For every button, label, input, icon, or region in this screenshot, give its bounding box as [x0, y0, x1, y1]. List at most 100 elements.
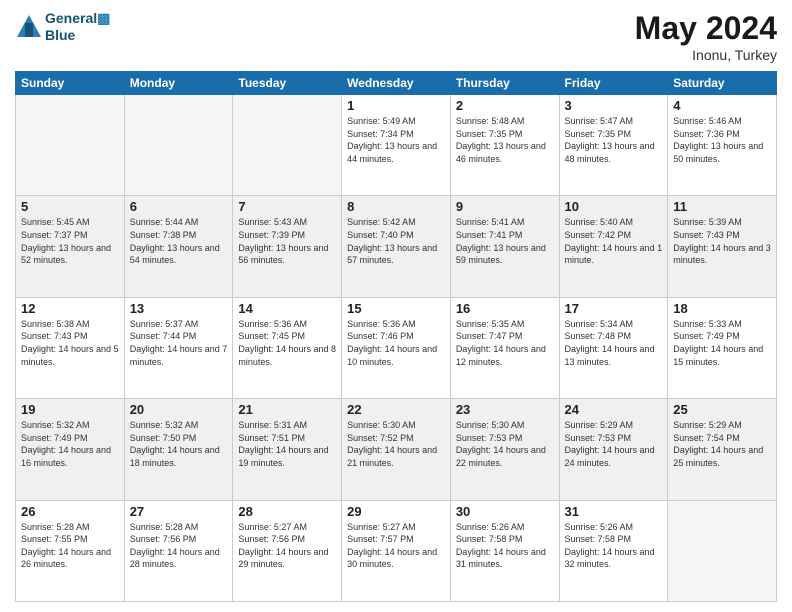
day-info: Sunrise: 5:32 AMSunset: 7:50 PMDaylight:… [130, 419, 228, 469]
day-info: Sunrise: 5:36 AMSunset: 7:46 PMDaylight:… [347, 318, 445, 368]
day-number: 1 [347, 98, 445, 113]
day-info: Sunrise: 5:40 AMSunset: 7:42 PMDaylight:… [565, 216, 663, 266]
calendar-body: 1 Sunrise: 5:49 AMSunset: 7:34 PMDaylight… [16, 95, 777, 602]
day-info: Sunrise: 5:42 AMSunset: 7:40 PMDaylight:… [347, 216, 445, 266]
day-number: 6 [130, 199, 228, 214]
day-info: Sunrise: 5:28 AMSunset: 7:55 PMDaylight:… [21, 521, 119, 571]
calendar-cell: 6Sunrise: 5:44 AMSunset: 7:38 PMDaylight… [124, 196, 233, 297]
calendar-cell: 20 Sunrise: 5:32 AMSunset: 7:50 PMDayligh… [124, 399, 233, 500]
calendar-cell: 19Sunrise: 5:32 AMSunset: 7:49 PMDayligh… [16, 399, 125, 500]
day-info: Sunrise: 5:34 AMSunset: 7:48 PMDaylight:… [565, 318, 663, 368]
calendar-week-0: 1 Sunrise: 5:49 AMSunset: 7:34 PMDaylight… [16, 95, 777, 196]
day-number: 27 [130, 504, 228, 519]
day-info: Sunrise: 5:30 AMSunset: 7:53 PMDaylight:… [456, 419, 554, 469]
calendar-cell: 7 Sunrise: 5:43 AMSunset: 7:39 PMDaylight… [233, 196, 342, 297]
day-info: Sunrise: 5:30 AMSunset: 7:52 PMDaylight:… [347, 419, 445, 469]
calendar-cell: 3 Sunrise: 5:47 AMSunset: 7:35 PMDaylight… [559, 95, 668, 196]
day-number: 2 [456, 98, 554, 113]
day-info: Sunrise: 5:45 AMSunset: 7:37 PMDaylight:… [21, 216, 119, 266]
logo-text: General▩ Blue [45, 10, 110, 43]
day-number: 4 [673, 98, 771, 113]
calendar-cell: 27 Sunrise: 5:28 AMSunset: 7:56 PMDayligh… [124, 500, 233, 601]
day-info: Sunrise: 5:43 AMSunset: 7:39 PMDaylight:… [238, 216, 336, 266]
day-number: 28 [238, 504, 336, 519]
weekday-header-thursday: Thursday [450, 72, 559, 95]
calendar-week-1: 5Sunrise: 5:45 AMSunset: 7:37 PMDaylight… [16, 196, 777, 297]
calendar-cell: 26 Sunrise: 5:28 AMSunset: 7:55 PMDayligh… [16, 500, 125, 601]
calendar-week-4: 26 Sunrise: 5:28 AMSunset: 7:55 PMDayligh… [16, 500, 777, 601]
day-info: Sunrise: 5:37 AMSunset: 7:44 PMDaylight:… [130, 318, 228, 368]
day-info: Sunrise: 5:36 AMSunset: 7:45 PMDaylight:… [238, 318, 336, 368]
day-number: 17 [565, 301, 663, 316]
day-info: Sunrise: 5:46 AMSunset: 7:36 PMDaylight:… [673, 115, 771, 165]
weekday-header-monday: Monday [124, 72, 233, 95]
day-info: Sunrise: 5:28 AMSunset: 7:56 PMDaylight:… [130, 521, 228, 571]
calendar-cell [124, 95, 233, 196]
day-info: Sunrise: 5:26 AMSunset: 7:58 PMDaylight:… [565, 521, 663, 571]
day-info: Sunrise: 5:27 AMSunset: 7:56 PMDaylight:… [238, 521, 336, 571]
day-number: 7 [238, 199, 336, 214]
day-info: Sunrise: 5:26 AMSunset: 7:58 PMDaylight:… [456, 521, 554, 571]
weekday-header-tuesday: Tuesday [233, 72, 342, 95]
day-number: 22 [347, 402, 445, 417]
calendar-cell: 1 Sunrise: 5:49 AMSunset: 7:34 PMDaylight… [342, 95, 451, 196]
day-info: Sunrise: 5:27 AMSunset: 7:57 PMDaylight:… [347, 521, 445, 571]
day-number: 19 [21, 402, 119, 417]
calendar-cell: 5Sunrise: 5:45 AMSunset: 7:37 PMDaylight… [16, 196, 125, 297]
day-number: 8 [347, 199, 445, 214]
location: Inonu, Turkey [635, 47, 777, 63]
day-number: 12 [21, 301, 119, 316]
day-number: 20 [130, 402, 228, 417]
calendar-cell: 14 Sunrise: 5:36 AMSunset: 7:45 PMDayligh… [233, 297, 342, 398]
weekday-header-saturday: Saturday [668, 72, 777, 95]
logo: General▩ Blue [15, 10, 110, 43]
day-number: 3 [565, 98, 663, 113]
calendar-cell: 12 Sunrise: 5:38 AMSunset: 7:43 PMDayligh… [16, 297, 125, 398]
day-number: 18 [673, 301, 771, 316]
day-info: Sunrise: 5:29 AMSunset: 7:53 PMDaylight:… [565, 419, 663, 469]
month-title: May 2024 [635, 10, 777, 47]
logo-icon [15, 13, 43, 41]
calendar-cell: 31Sunrise: 5:26 AMSunset: 7:58 PMDayligh… [559, 500, 668, 601]
calendar-cell: 30Sunrise: 5:26 AMSunset: 7:58 PMDayligh… [450, 500, 559, 601]
day-number: 26 [21, 504, 119, 519]
day-info: Sunrise: 5:29 AMSunset: 7:54 PMDaylight:… [673, 419, 771, 469]
calendar-cell: 24 Sunrise: 5:29 AMSunset: 7:53 PMDayligh… [559, 399, 668, 500]
day-number: 16 [456, 301, 554, 316]
day-info: Sunrise: 5:49 AMSunset: 7:34 PMDaylight:… [347, 115, 445, 165]
calendar-cell: 4 Sunrise: 5:46 AMSunset: 7:36 PMDaylight… [668, 95, 777, 196]
calendar-week-3: 19Sunrise: 5:32 AMSunset: 7:49 PMDayligh… [16, 399, 777, 500]
weekday-header-friday: Friday [559, 72, 668, 95]
calendar-cell [233, 95, 342, 196]
day-number: 24 [565, 402, 663, 417]
day-info: Sunrise: 5:47 AMSunset: 7:35 PMDaylight:… [565, 115, 663, 165]
day-number: 21 [238, 402, 336, 417]
title-block: May 2024 Inonu, Turkey [635, 10, 777, 63]
weekday-header-sunday: Sunday [16, 72, 125, 95]
calendar-week-2: 12 Sunrise: 5:38 AMSunset: 7:43 PMDayligh… [16, 297, 777, 398]
day-info: Sunrise: 5:39 AMSunset: 7:43 PMDaylight:… [673, 216, 771, 266]
day-number: 14 [238, 301, 336, 316]
weekday-header-wednesday: Wednesday [342, 72, 451, 95]
calendar-cell: 18 Sunrise: 5:33 AMSunset: 7:49 PMDayligh… [668, 297, 777, 398]
calendar-cell [16, 95, 125, 196]
day-info: Sunrise: 5:38 AMSunset: 7:43 PMDaylight:… [21, 318, 119, 368]
day-info: Sunrise: 5:33 AMSunset: 7:49 PMDaylight:… [673, 318, 771, 368]
calendar-cell: 21Sunrise: 5:31 AMSunset: 7:51 PMDayligh… [233, 399, 342, 500]
calendar-cell: 9Sunrise: 5:41 AMSunset: 7:41 PMDaylight… [450, 196, 559, 297]
calendar-cell: 29Sunrise: 5:27 AMSunset: 7:57 PMDayligh… [342, 500, 451, 601]
calendar-cell: 11 Sunrise: 5:39 AMSunset: 7:43 PMDayligh… [668, 196, 777, 297]
day-number: 25 [673, 402, 771, 417]
day-number: 9 [456, 199, 554, 214]
calendar-cell: 17 Sunrise: 5:34 AMSunset: 7:48 PMDayligh… [559, 297, 668, 398]
day-number: 11 [673, 199, 771, 214]
calendar: SundayMondayTuesdayWednesdayThursdayFrid… [15, 71, 777, 602]
calendar-cell [668, 500, 777, 601]
calendar-cell: 22 Sunrise: 5:30 AMSunset: 7:52 PMDayligh… [342, 399, 451, 500]
day-number: 23 [456, 402, 554, 417]
calendar-cell: 10 Sunrise: 5:40 AMSunset: 7:42 PMDayligh… [559, 196, 668, 297]
day-number: 15 [347, 301, 445, 316]
weekday-header-row: SundayMondayTuesdayWednesdayThursdayFrid… [16, 72, 777, 95]
day-number: 10 [565, 199, 663, 214]
day-number: 13 [130, 301, 228, 316]
